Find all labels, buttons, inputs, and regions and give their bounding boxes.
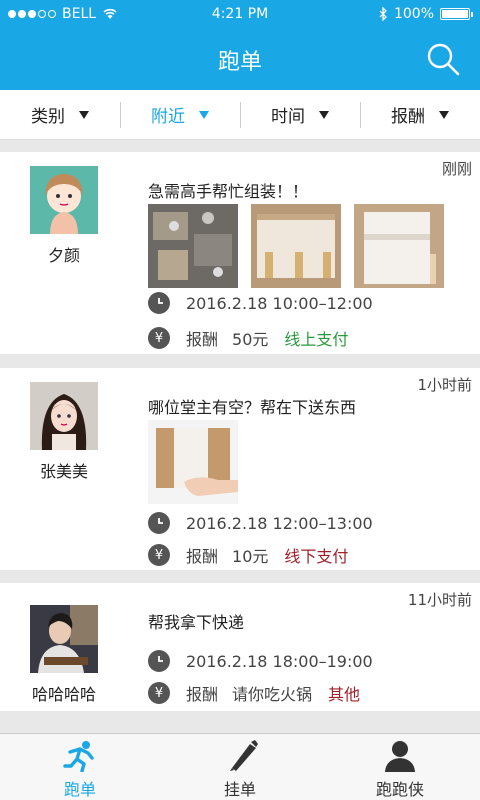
time-ago: 刚刚 [441,160,472,178]
task-datetime: 2016.2.18 12:00–13:00 [186,513,373,533]
filter-label: 附近 [151,107,185,127]
tab-label: 跑跑侠 [375,780,424,799]
task-reward-row: ¥ 报酬 50元 线上支付 [148,326,348,350]
task-datetime-row: 2016.2.18 12:00–13:00 [148,512,373,534]
avatar[interactable] [30,382,98,450]
yen-icon: ¥ [148,682,170,704]
filter-label: 报酬 [391,107,425,127]
reward-label: 报酬 [186,685,219,704]
clock-icon [148,512,170,534]
yen-icon: ¥ [148,327,170,349]
user-icon [385,741,415,772]
filter-bar: 类别 附近 时间 报酬 [0,90,480,140]
tab-label: 跑单 [63,780,96,799]
payment-method: 其他 [328,685,361,704]
avatar[interactable] [30,605,98,673]
dropdown-arrow-icon [79,110,89,119]
task-photo[interactable] [148,420,238,504]
battery-icon [440,8,473,20]
payment-method: 线下支付 [284,547,349,566]
dropdown-arrow-icon [319,110,329,119]
filter-label: 时间 [271,107,305,127]
clock-icon [148,650,170,672]
task-datetime: 2016.2.18 18:00–19:00 [186,651,373,671]
bluetooth-icon [379,7,387,21]
filter-category[interactable]: 类别 [0,90,120,139]
reward-label: 报酬 [186,330,219,349]
search-icon[interactable] [426,42,460,76]
task-title: 哪位堂主有空？帮在下送东西 [148,398,357,417]
battery-percent: 100% [393,6,434,22]
task-card[interactable]: 张美美 1小时前 哪位堂主有空？帮在下送东西 2016.2.18 12:00–1… [0,368,480,570]
task-reward-row: ¥ 报酬 请你吃火锅 其他 [148,681,360,705]
yen-icon: ¥ [148,544,170,566]
tab-bar: 跑单 挂单 跑跑侠 [0,733,480,800]
filter-reward[interactable]: 报酬 [360,90,480,139]
time-ago: 1小时前 [417,376,472,394]
user-name: 张美美 [39,462,88,481]
task-datetime: 2016.2.18 10:00–12:00 [186,293,373,313]
task-card[interactable]: 夕颜 刚刚 急需高手帮忙组装！！ 2016.2.18 10:00–12:00 ¥… [0,152,480,354]
task-photo[interactable] [354,204,444,288]
user-name: 哈哈哈哈 [31,685,96,704]
filter-label: 类别 [31,107,65,127]
photo-list [148,420,238,504]
nav-bar: 跑单 [0,28,480,90]
filter-nearby[interactable]: 附近 [120,90,240,139]
task-reward-row: ¥ 报酬 10元 线下支付 [148,543,348,567]
tab-profile[interactable]: 跑跑侠 [320,734,480,800]
time-ago: 11小时前 [407,591,472,609]
running-man-icon [63,741,94,772]
tab-runorders[interactable]: 跑单 [0,734,160,800]
filter-time[interactable]: 时间 [240,90,360,139]
payment-method: 线上支付 [284,330,349,349]
tab-label: 挂单 [223,780,256,799]
reward-value: 10元 [232,547,269,566]
status-bar: BELL 4:21 PM 100% [0,0,480,28]
tab-post[interactable]: 挂单 [160,734,320,800]
task-title: 帮我拿下快递 [148,613,245,632]
clock-icon [148,292,170,314]
task-photo[interactable] [148,204,238,288]
reward-value: 50元 [232,330,269,349]
avatar[interactable] [30,166,98,234]
task-datetime-row: 2016.2.18 10:00–12:00 [148,292,373,314]
pencil-icon [230,740,258,771]
task-photo[interactable] [251,204,341,288]
page-title: 跑单 [217,50,262,75]
reward-value: 请你吃火锅 [232,685,313,704]
task-datetime-row: 2016.2.18 18:00–19:00 [148,650,373,672]
task-card[interactable]: 哈哈哈哈 11小时前 帮我拿下快递 2016.2.18 18:00–19:00 … [0,583,480,711]
photo-list [148,204,444,288]
user-name: 夕颜 [47,246,80,265]
reward-label: 报酬 [186,547,219,566]
dropdown-arrow-icon [439,110,449,119]
dropdown-arrow-icon [199,110,209,119]
task-title: 急需高手帮忙组装！！ [148,182,309,201]
